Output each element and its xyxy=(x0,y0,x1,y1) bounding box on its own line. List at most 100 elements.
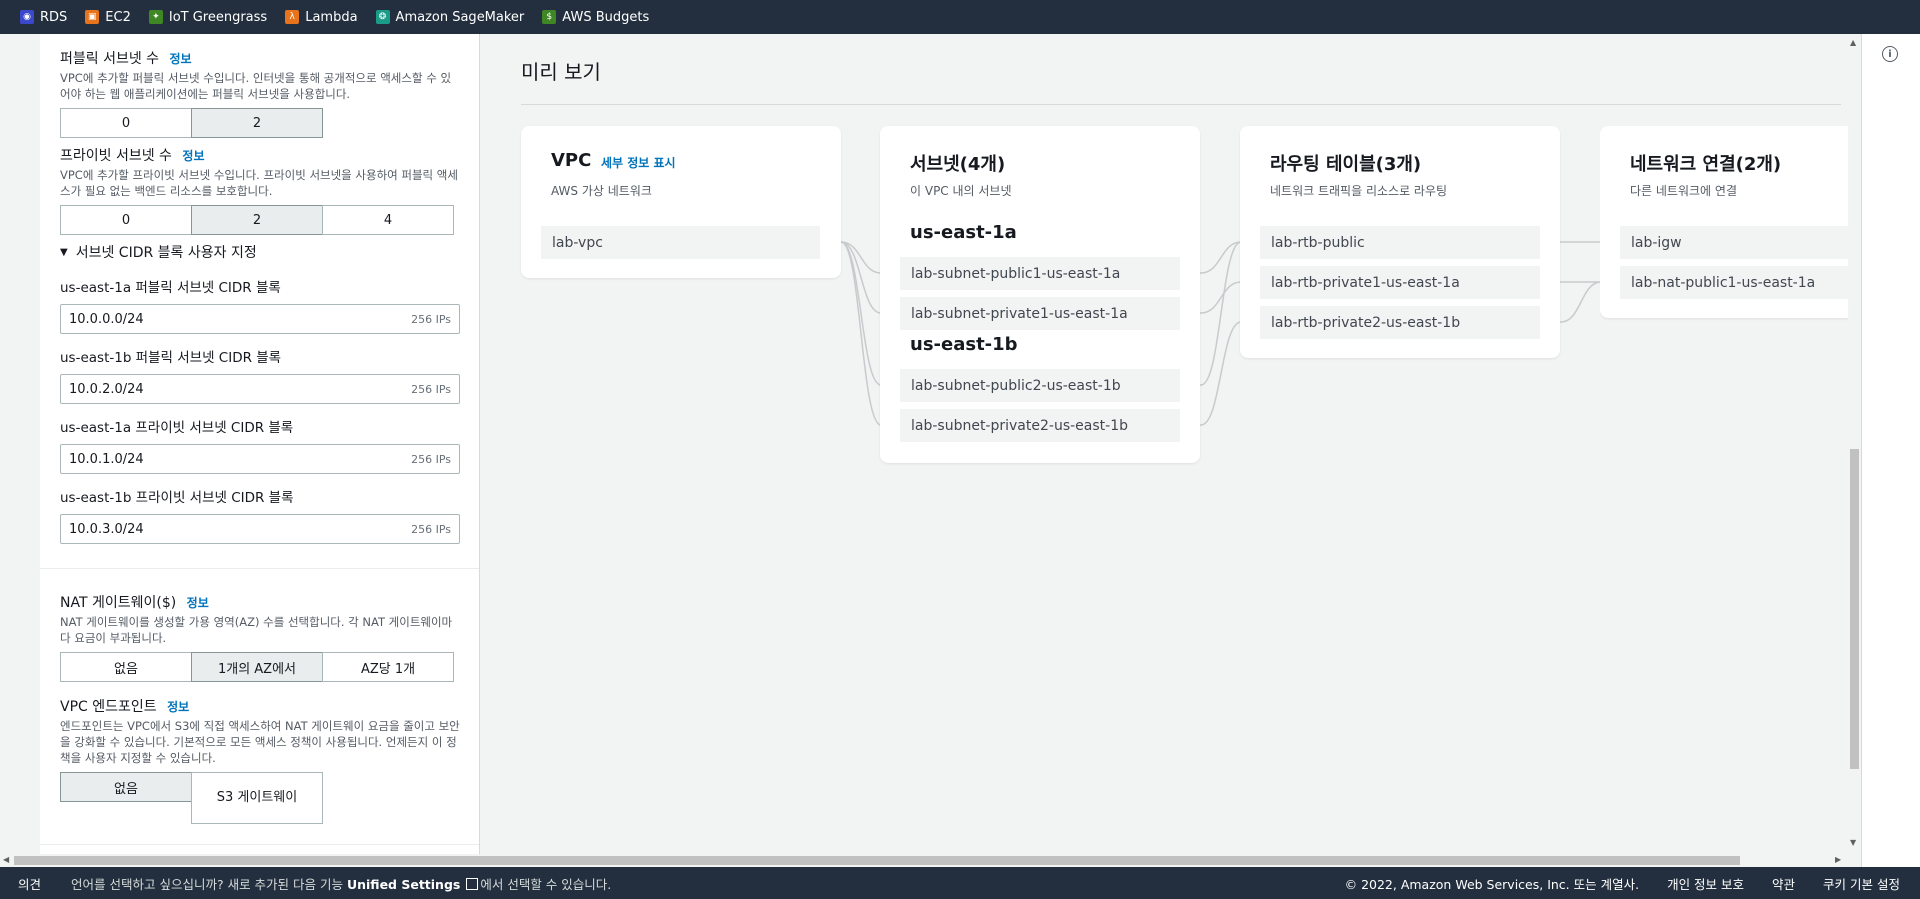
network-card-title: 네트워크 연결(2개) xyxy=(1630,154,1782,175)
left-gutter xyxy=(0,34,40,854)
private-subnets-option-2[interactable]: 2 xyxy=(191,205,323,235)
preview-area: 미리 보기 VPC 세부 정보 표시 AWS 가상 네트워크 lab-vpc 서… xyxy=(481,34,1861,854)
scroll-up-arrow-icon[interactable]: ▲ xyxy=(1850,38,1856,47)
copyright-text: © 2022, Amazon Web Services, Inc. 또는 계열사… xyxy=(1344,876,1640,892)
public-subnets-option-2[interactable]: 2 xyxy=(191,108,323,138)
vpc-endpoint-title: VPC 엔드포인트 xyxy=(60,699,157,715)
vpc-settings-panel: 퍼블릭 서브넷 수 정보 VPC에 추가할 퍼블릭 서브넷 수입니다. 인터넷을… xyxy=(40,34,480,854)
private-subnets-desc: VPC에 추가할 프라이빗 서브넷 수입니다. 프라이빗 서브넷을 사용하여 퍼… xyxy=(60,168,458,198)
nat-option-one-az[interactable]: 1개의 AZ에서 xyxy=(191,652,323,682)
vpc-card: VPC 세부 정보 표시 AWS 가상 네트워크 lab-vpc xyxy=(521,126,841,278)
network-card-clip: 네트워크 연결(2개) 다른 네트워크에 연결 lab-igw lab-nat-… xyxy=(1600,126,1848,326)
nat-gateway-section: NAT 게이트웨이($) 정보 NAT 게이트웨이를 생성할 가용 영역(AZ)… xyxy=(60,592,460,682)
vpc-endpoint-info-link[interactable]: 정보 xyxy=(167,700,189,714)
network-connections-card: 네트워크 연결(2개) 다른 네트워크에 연결 lab-igw lab-nat-… xyxy=(1600,126,1848,318)
public-subnets-option-0[interactable]: 0 xyxy=(60,108,192,138)
cidr-input-private-1a[interactable]: 10.0.1.0/24 256 IPs xyxy=(60,444,460,474)
route-tables-card-title: 라우팅 테이블(3개) xyxy=(1270,154,1422,175)
cidr-field-3: us-east-1a 프라이빗 서브넷 CIDR 블록 10.0.1.0/24 … xyxy=(60,416,460,474)
az-label-1b: us-east-1b xyxy=(910,334,1018,355)
route-table-node[interactable]: lab-rtb-public xyxy=(1260,226,1540,259)
cidr-ip-count: 256 IPs xyxy=(411,452,451,466)
favorite-label: Lambda xyxy=(305,9,358,25)
public-subnets-desc: VPC에 추가할 퍼블릭 서브넷 수입니다. 인터넷을 통해 공개적으로 액세스… xyxy=(60,71,452,101)
favorite-rds[interactable]: ◉ RDS xyxy=(20,10,67,25)
nat-option-per-az[interactable]: AZ당 1개 xyxy=(322,652,454,682)
cidr-input-private-1b[interactable]: 10.0.3.0/24 256 IPs xyxy=(60,514,460,544)
favorite-budgets[interactable]: $ AWS Budgets xyxy=(542,10,649,25)
cidr-input-public-1a[interactable]: 10.0.0.0/24 256 IPs xyxy=(60,304,460,334)
vpc-endpoint-desc: 엔드포인트는 VPC에서 S3에 직접 액세스하여 NAT 게이트웨이 요금을 … xyxy=(60,719,460,765)
nat-option-none[interactable]: 없음 xyxy=(60,652,192,682)
subnet-node[interactable]: lab-subnet-private1-us-east-1a xyxy=(900,297,1180,330)
caret-down-icon: ▼ xyxy=(60,246,68,258)
network-card-subtitle: 다른 네트워크에 연결 xyxy=(1630,184,1737,198)
network-node[interactable]: lab-igw xyxy=(1620,226,1848,259)
horizontal-scrollbar[interactable]: ◀ ▶ xyxy=(0,854,1861,867)
cidr-field-2: us-east-1b 퍼블릭 서브넷 CIDR 블록 10.0.2.0/24 2… xyxy=(60,346,460,404)
section-divider xyxy=(40,568,479,569)
cookie-preferences-link[interactable]: 쿠키 기본 설정 xyxy=(1823,874,1900,893)
private-subnets-option-0[interactable]: 0 xyxy=(60,205,192,235)
route-table-node[interactable]: lab-rtb-private1-us-east-1a xyxy=(1260,266,1540,299)
favorite-sagemaker[interactable]: ❂ Amazon SageMaker xyxy=(375,10,524,25)
cidr-customize-toggle[interactable]: ▼ 서브넷 CIDR 블록 사용자 지정 xyxy=(60,242,460,262)
language-notice-suffix: 에서 선택할 수 있습니다. xyxy=(480,876,612,892)
endpoint-option-s3[interactable]: S3 게이트웨이 xyxy=(191,772,323,824)
subnets-card-title: 서브넷(4개) xyxy=(910,154,1006,175)
terms-link[interactable]: 약관 xyxy=(1772,874,1795,893)
feedback-link[interactable]: 의견 xyxy=(18,874,41,893)
favorite-label: IoT Greengrass xyxy=(168,9,268,25)
budgets-icon: $ xyxy=(542,10,557,24)
vertical-scrollbar[interactable]: ▲ ▼ xyxy=(1848,34,1861,854)
ec2-icon: ▣ xyxy=(85,10,100,24)
cidr-field-label: us-east-1a 퍼블릭 서브넷 CIDR 블록 xyxy=(60,280,281,296)
favorite-lambda[interactable]: λ Lambda xyxy=(285,9,358,25)
subnet-node[interactable]: lab-subnet-public2-us-east-1b xyxy=(900,369,1180,402)
language-notice: 언어를 선택하고 싶으십니까? 새로 추가된 다음 기능 Unified Set… xyxy=(71,874,611,893)
private-subnets-title: 프라이빗 서브넷 수 xyxy=(60,148,172,164)
cidr-input-value: 10.0.2.0/24 xyxy=(69,381,144,397)
vpc-node[interactable]: lab-vpc xyxy=(541,226,820,259)
cidr-field-1: us-east-1a 퍼블릭 서브넷 CIDR 블록 10.0.0.0/24 2… xyxy=(60,276,460,334)
favorite-iot-greengrass[interactable]: ✦ IoT Greengrass xyxy=(148,9,268,25)
nat-gateway-info-link[interactable]: 정보 xyxy=(187,596,209,610)
iot-greengrass-icon: ✦ xyxy=(148,10,163,24)
info-icon[interactable]: i xyxy=(1882,46,1898,62)
favorite-ec2[interactable]: ▣ EC2 xyxy=(85,10,131,25)
cidr-input-value: 10.0.1.0/24 xyxy=(69,451,144,467)
external-link-icon xyxy=(466,877,479,890)
favorite-label: AWS Budgets xyxy=(562,9,650,25)
show-details-link[interactable]: 세부 정보 표시 xyxy=(601,154,676,171)
privacy-link[interactable]: 개인 정보 보호 xyxy=(1667,874,1744,893)
cidr-input-public-1b[interactable]: 10.0.2.0/24 256 IPs xyxy=(60,374,460,404)
subnet-node[interactable]: lab-subnet-public1-us-east-1a xyxy=(900,257,1180,290)
az-label-1a: us-east-1a xyxy=(910,222,1017,243)
route-tables-card: 라우팅 테이블(3개) 네트워크 트래픽을 리소스로 라우팅 lab-rtb-p… xyxy=(1240,126,1560,358)
public-subnets-title: 퍼블릭 서브넷 수 xyxy=(60,51,160,67)
private-subnets-option-4[interactable]: 4 xyxy=(322,205,454,235)
scroll-right-arrow-icon[interactable]: ▶ xyxy=(1835,855,1841,864)
cidr-input-value: 10.0.0.0/24 xyxy=(69,311,144,327)
horizontal-scroll-thumb[interactable] xyxy=(14,856,1740,865)
subnet-node[interactable]: lab-subnet-private2-us-east-1b xyxy=(900,409,1180,442)
public-subnets-heading: 퍼블릭 서브넷 수 정보 xyxy=(60,48,460,68)
private-subnets-heading: 프라이빗 서브넷 수 정보 xyxy=(60,145,460,165)
unified-settings-link[interactable]: Unified Settings xyxy=(347,877,460,892)
network-node[interactable]: lab-nat-public1-us-east-1a xyxy=(1620,266,1848,299)
route-table-node[interactable]: lab-rtb-private2-us-east-1b xyxy=(1260,306,1540,339)
vpc-endpoint-selector: 없음 S3 게이트웨이 xyxy=(60,772,460,824)
subnets-card-subtitle: 이 VPC 내의 서브넷 xyxy=(910,184,1012,198)
footer-links: © 2022, Amazon Web Services, Inc. 또는 계열사… xyxy=(1345,874,1900,893)
vertical-scroll-thumb[interactable] xyxy=(1850,449,1859,769)
scroll-down-arrow-icon[interactable]: ▼ xyxy=(1850,838,1856,847)
private-subnets-info-link[interactable]: 정보 xyxy=(182,149,204,163)
endpoint-option-none[interactable]: 없음 xyxy=(60,772,192,802)
cidr-customize-label: 서브넷 CIDR 블록 사용자 지정 xyxy=(75,245,257,261)
subnets-card: 서브넷(4개) 이 VPC 내의 서브넷 us-east-1a lab-subn… xyxy=(880,126,1200,463)
scroll-left-arrow-icon[interactable]: ◀ xyxy=(3,855,9,864)
public-subnets-info-link[interactable]: 정보 xyxy=(170,52,192,66)
cidr-ip-count: 256 IPs xyxy=(411,312,451,326)
vpc-endpoint-heading: VPC 엔드포인트 정보 xyxy=(60,696,460,716)
route-tables-card-subtitle: 네트워크 트래픽을 리소스로 라우팅 xyxy=(1270,184,1448,198)
